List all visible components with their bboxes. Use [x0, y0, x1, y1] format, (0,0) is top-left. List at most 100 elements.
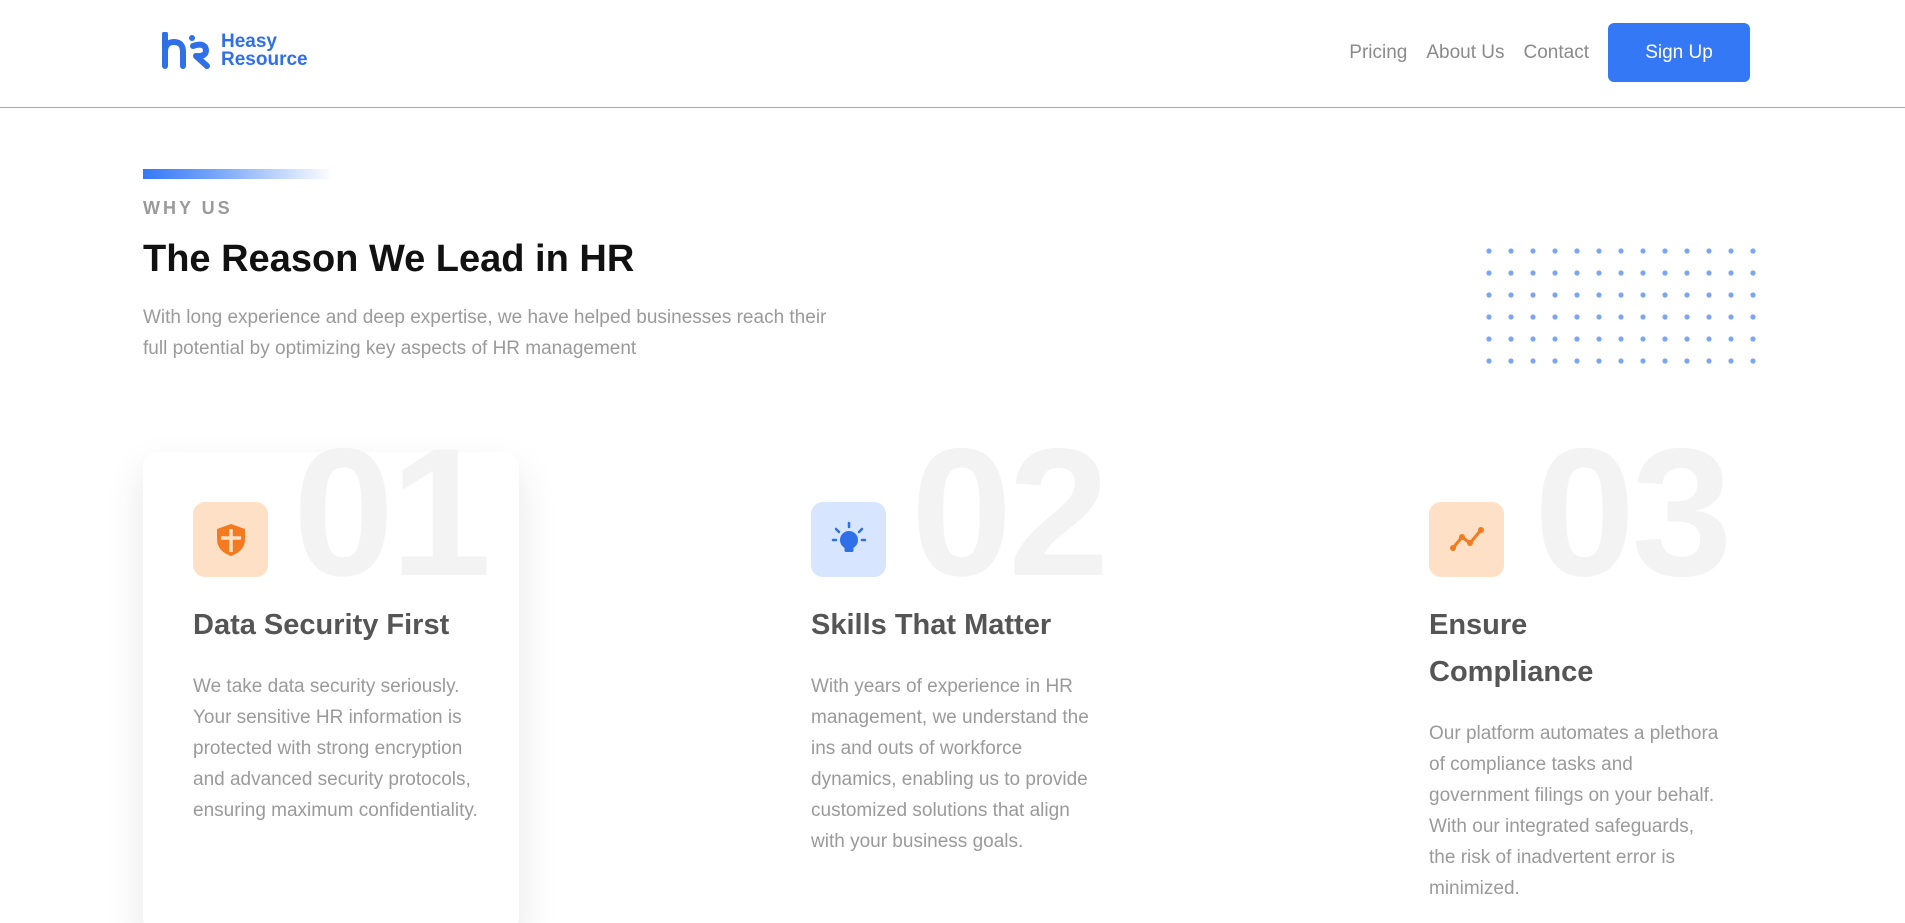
decorative-dot [1552, 248, 1558, 254]
decorative-dot [1574, 292, 1580, 298]
decorative-dot [1640, 292, 1646, 298]
decorative-dot [1596, 358, 1602, 364]
hr-logo-icon [162, 32, 210, 69]
decorative-dot [1640, 314, 1646, 320]
shield-icon [216, 523, 245, 556]
decorative-dot [1750, 270, 1756, 276]
decorative-dot [1508, 292, 1514, 298]
section-accent-bar [143, 169, 333, 179]
decorative-dot [1684, 248, 1690, 254]
feature-card-data-security: 01 Data Security First We take data secu… [143, 412, 519, 923]
decorative-dot [1640, 336, 1646, 342]
main-nav: Pricing About Us Contact Sign Up [1349, 23, 1750, 82]
decorative-dot [1684, 270, 1690, 276]
decorative-dot [1574, 314, 1580, 320]
decorative-dot [1706, 314, 1712, 320]
decorative-dot [1530, 336, 1536, 342]
decorative-dot [1552, 358, 1558, 364]
card-number: 01 [293, 410, 491, 614]
nav-contact-link[interactable]: Contact [1524, 42, 1589, 64]
line-chart-icon [1449, 526, 1484, 551]
decorative-dot [1640, 270, 1646, 276]
decorative-dot [1662, 336, 1668, 342]
decorative-dot [1706, 336, 1712, 342]
decorative-dot [1706, 270, 1712, 276]
decorative-dot [1508, 358, 1514, 364]
card-title: Ensure Compliance [1429, 609, 1594, 688]
card-icon-box [811, 502, 886, 577]
decorative-dot [1706, 358, 1712, 364]
lightbulb-icon [831, 521, 866, 552]
decorative-dot [1728, 248, 1734, 254]
decorative-dot [1530, 292, 1536, 298]
decorative-dot [1618, 314, 1624, 320]
card-number: 03 [1534, 410, 1732, 614]
decorative-dot [1662, 270, 1668, 276]
decorative-dot [1530, 248, 1536, 254]
decorative-dot [1596, 336, 1602, 342]
decorative-dot [1486, 336, 1492, 342]
decorative-dot [1750, 336, 1756, 342]
decorative-dot [1596, 314, 1602, 320]
decorative-dot [1486, 248, 1492, 254]
feature-card-skills: 02 Skills That Matter With years of expe… [761, 412, 1137, 923]
decorative-dot [1706, 292, 1712, 298]
card-title: Skills That Matter [811, 609, 1052, 641]
site-header: Heasy Resource Pricing About Us Contact … [0, 0, 1905, 108]
decorative-dot [1508, 248, 1514, 254]
decorative-dot [1618, 248, 1624, 254]
decorative-dot [1750, 314, 1756, 320]
decorative-dot [1684, 358, 1690, 364]
section-eyebrow: WHY US [143, 198, 233, 218]
decorative-dot [1640, 248, 1646, 254]
decorative-dot [1750, 358, 1756, 364]
section-headline: The Reason We Lead in HR [143, 238, 635, 280]
decorative-dot [1662, 358, 1668, 364]
decorative-dot [1596, 270, 1602, 276]
decorative-dot [1530, 358, 1536, 364]
decorative-dot [1530, 314, 1536, 320]
decorative-dot [1684, 292, 1690, 298]
decorative-dot [1662, 314, 1668, 320]
decorative-dot-grid [1486, 248, 1756, 364]
decorative-dot [1596, 292, 1602, 298]
decorative-dot [1574, 336, 1580, 342]
card-number: 02 [911, 410, 1109, 614]
decorative-dot [1530, 270, 1536, 276]
brand-logo[interactable]: Heasy Resource [161, 32, 308, 70]
decorative-dot [1618, 336, 1624, 342]
decorative-dot [1750, 292, 1756, 298]
decorative-dot [1728, 292, 1734, 298]
decorative-dot [1552, 336, 1558, 342]
decorative-dot [1728, 314, 1734, 320]
nav-about-us-link[interactable]: About Us [1426, 42, 1504, 64]
decorative-dot [1552, 270, 1558, 276]
decorative-dot [1684, 314, 1690, 320]
nav-pricing-link[interactable]: Pricing [1349, 42, 1407, 64]
decorative-dot [1486, 314, 1492, 320]
decorative-dot [1508, 336, 1514, 342]
decorative-dot [1662, 248, 1668, 254]
section-description: With long experience and deep expertise,… [143, 307, 827, 359]
card-description: Our platform automates a plethora of com… [1429, 723, 1719, 899]
decorative-dot [1618, 292, 1624, 298]
sign-up-button[interactable]: Sign Up [1608, 23, 1750, 82]
decorative-dot [1552, 292, 1558, 298]
decorative-dot [1684, 336, 1690, 342]
decorative-dot [1618, 270, 1624, 276]
decorative-dot [1706, 248, 1712, 254]
decorative-dot [1728, 336, 1734, 342]
decorative-dot [1552, 314, 1558, 320]
feature-card-compliance: 03 Ensure Compliance Our platform automa… [1379, 412, 1755, 923]
card-icon-box [193, 502, 268, 577]
decorative-dot [1750, 248, 1756, 254]
decorative-dot [1574, 270, 1580, 276]
decorative-dot [1728, 270, 1734, 276]
decorative-dot [1574, 248, 1580, 254]
decorative-dot [1486, 292, 1492, 298]
decorative-dot [1508, 270, 1514, 276]
decorative-dot [1508, 314, 1514, 320]
decorative-dot [1618, 358, 1624, 364]
decorative-dot [1486, 358, 1492, 364]
decorative-dot [1596, 248, 1602, 254]
